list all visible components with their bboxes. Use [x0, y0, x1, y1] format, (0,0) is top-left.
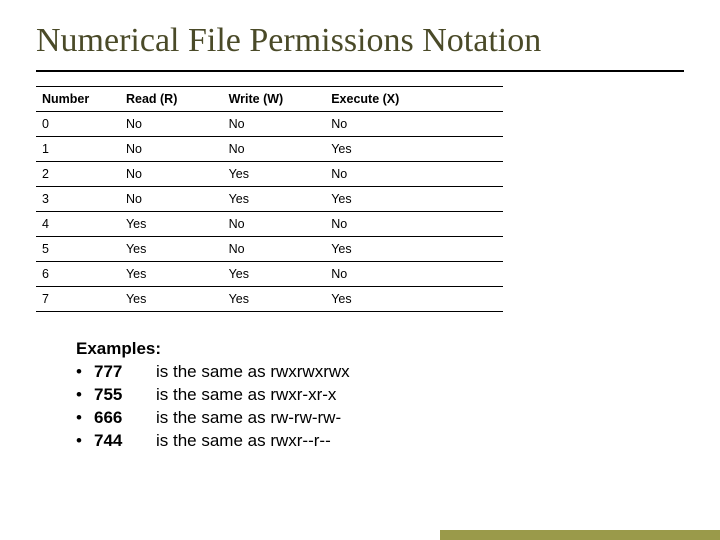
- example-code: 755: [94, 384, 156, 407]
- table-row: 6 Yes Yes No: [36, 262, 503, 287]
- bullet-icon: •: [76, 361, 94, 384]
- example-item: • 744 is the same as rwxr--r--: [76, 430, 684, 453]
- cell-write: No: [223, 137, 326, 162]
- table-header-row: Number Read (R) Write (W) Execute (X): [36, 87, 503, 112]
- bullet-icon: •: [76, 430, 94, 453]
- cell-read: No: [120, 162, 223, 187]
- examples-block: Examples: • 777 is the same as rwxrwxrwx…: [76, 338, 684, 453]
- example-text: is the same as rwxr-xr-x: [156, 384, 336, 407]
- examples-heading: Examples:: [76, 338, 684, 361]
- cell-write: Yes: [223, 187, 326, 212]
- cell-read: Yes: [120, 287, 223, 312]
- bullet-icon: •: [76, 384, 94, 407]
- cell-write: Yes: [223, 287, 326, 312]
- example-item: • 666 is the same as rw-rw-rw-: [76, 407, 684, 430]
- cell-execute: No: [325, 262, 502, 287]
- col-number: Number: [36, 87, 120, 112]
- example-text: is the same as rwxr--r--: [156, 430, 331, 453]
- col-write: Write (W): [223, 87, 326, 112]
- cell-read: No: [120, 112, 223, 137]
- example-item: • 777 is the same as rwxrwxrwx: [76, 361, 684, 384]
- example-code: 744: [94, 430, 156, 453]
- permissions-table: Number Read (R) Write (W) Execute (X) 0 …: [36, 86, 503, 312]
- example-text: is the same as rw-rw-rw-: [156, 407, 341, 430]
- cell-execute: Yes: [325, 187, 502, 212]
- cell-number: 2: [36, 162, 120, 187]
- cell-number: 0: [36, 112, 120, 137]
- cell-read: Yes: [120, 212, 223, 237]
- example-text: is the same as rwxrwxrwx: [156, 361, 350, 384]
- example-item: • 755 is the same as rwxr-xr-x: [76, 384, 684, 407]
- cell-write: Yes: [223, 162, 326, 187]
- table-row: 2 No Yes No: [36, 162, 503, 187]
- table-row: 7 Yes Yes Yes: [36, 287, 503, 312]
- table-row: 3 No Yes Yes: [36, 187, 503, 212]
- cell-read: Yes: [120, 237, 223, 262]
- cell-number: 7: [36, 287, 120, 312]
- slide: Numerical File Permissions Notation Numb…: [0, 0, 720, 540]
- cell-execute: Yes: [325, 237, 502, 262]
- cell-execute: No: [325, 162, 502, 187]
- cell-execute: Yes: [325, 287, 502, 312]
- cell-number: 5: [36, 237, 120, 262]
- page-title: Numerical File Permissions Notation: [36, 22, 684, 66]
- table-row: 4 Yes No No: [36, 212, 503, 237]
- cell-write: No: [223, 212, 326, 237]
- cell-number: 6: [36, 262, 120, 287]
- footer-accent-bar: [440, 530, 720, 540]
- cell-read: Yes: [120, 262, 223, 287]
- example-code: 666: [94, 407, 156, 430]
- cell-number: 3: [36, 187, 120, 212]
- cell-number: 1: [36, 137, 120, 162]
- cell-read: No: [120, 187, 223, 212]
- cell-execute: Yes: [325, 137, 502, 162]
- col-read: Read (R): [120, 87, 223, 112]
- example-code: 777: [94, 361, 156, 384]
- cell-write: Yes: [223, 262, 326, 287]
- cell-read: No: [120, 137, 223, 162]
- cell-execute: No: [325, 212, 502, 237]
- table-row: 5 Yes No Yes: [36, 237, 503, 262]
- table-row: 0 No No No: [36, 112, 503, 137]
- col-execute: Execute (X): [325, 87, 502, 112]
- table-row: 1 No No Yes: [36, 137, 503, 162]
- cell-execute: No: [325, 112, 502, 137]
- cell-number: 4: [36, 212, 120, 237]
- title-underline: [36, 70, 684, 72]
- cell-write: No: [223, 237, 326, 262]
- cell-write: No: [223, 112, 326, 137]
- bullet-icon: •: [76, 407, 94, 430]
